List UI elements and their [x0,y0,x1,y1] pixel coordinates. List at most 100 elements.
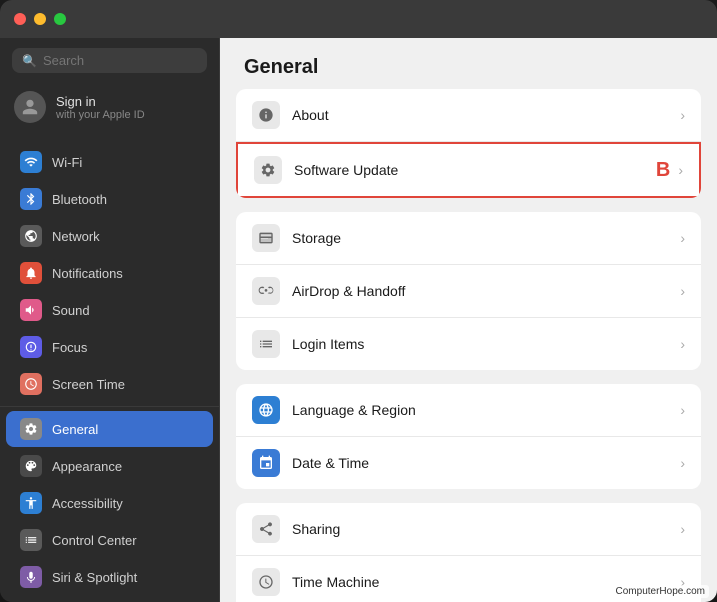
sidebar-item-appearance[interactable]: Appearance [6,448,213,484]
sidebar-item-label-screentime: Screen Time [52,377,125,392]
airdrop-chevron-icon: › [680,283,685,299]
language-chevron-icon: › [680,402,685,418]
sidebar-item-wrapper-general: GeneralA [0,411,219,447]
sidebar-item-bluetooth[interactable]: Bluetooth [6,181,213,217]
datetime-row-icon [252,449,280,477]
focus-icon [20,336,42,358]
sign-in-title: Sign in [56,94,145,109]
accessibility-icon [20,492,42,514]
controlcenter-icon [20,529,42,551]
appearance-icon [20,455,42,477]
settings-row-language[interactable]: Language & Region› [236,384,701,437]
sidebar-item-controlcenter[interactable]: Control Center [6,522,213,558]
settings-group-group3: Language & Region›Date & Time› [236,384,701,489]
storage-row-icon [252,224,280,252]
language-row-icon [252,396,280,424]
settings-row-sharing[interactable]: Sharing› [236,503,701,556]
sidebar-item-notifications[interactable]: Notifications [6,255,213,291]
storage-chevron-icon: › [680,230,685,246]
system-settings-window: 🔍 Sign in with your Apple ID Wi-Fi Blueto… [0,0,717,602]
sidebar-item-wrapper-siri: Siri & Spotlight [0,559,219,595]
sidebar-item-wrapper-bluetooth: Bluetooth [0,181,219,217]
sidebar-item-focus[interactable]: Focus [6,329,213,365]
sidebar-item-wrapper-privacy: Privacy & Security [0,596,219,602]
datetime-row-label: Date & Time [292,455,680,471]
sidebar-item-wrapper-controlcenter: Control Center [0,522,219,558]
settings-row-loginitems[interactable]: Login Items› [236,318,701,370]
settings-row-about[interactable]: About› [236,89,701,142]
sign-in-section[interactable]: Sign in with your Apple ID [0,83,219,135]
sidebar-item-sound[interactable]: Sound [6,292,213,328]
sidebar-item-screentime[interactable]: Screen Time [6,366,213,402]
main-header: General [220,38,717,89]
sign-in-text: Sign in with your Apple ID [56,94,145,121]
airdrop-row-icon [252,277,280,305]
loginitems-row-icon [252,330,280,358]
loginitems-chevron-icon: › [680,336,685,352]
avatar [14,91,46,123]
sidebar-item-label-general: General [52,422,98,437]
search-bar[interactable]: 🔍 [12,48,207,73]
sidebar: 🔍 Sign in with your Apple ID Wi-Fi Blueto… [0,38,220,602]
settings-row-softwareupdate[interactable]: Software UpdateB › [236,142,701,198]
sound-icon [20,299,42,321]
timemachine-row-icon [252,568,280,596]
settings-group-group1: About› Software UpdateB › [236,89,701,198]
sidebar-item-accessibility[interactable]: Accessibility [6,485,213,521]
maximize-button[interactable] [54,13,66,25]
wifi-icon [20,151,42,173]
datetime-chevron-icon: › [680,455,685,471]
sidebar-item-label-controlcenter: Control Center [52,533,137,548]
sidebar-item-wrapper-accessibility: Accessibility [0,485,219,521]
close-button[interactable] [14,13,26,25]
sidebar-item-label-network: Network [52,229,100,244]
sidebar-items-container: Wi-Fi Bluetooth Network Notifications Sound F… [0,143,219,602]
sidebar-item-label-accessibility: Accessibility [52,496,123,511]
airdrop-row-label: AirDrop & Handoff [292,283,680,299]
softwareupdate-row-icon [254,156,282,184]
settings-row-datetime[interactable]: Date & Time› [236,437,701,489]
sidebar-item-wifi[interactable]: Wi-Fi [6,144,213,180]
sidebar-item-label-notifications: Notifications [52,266,123,281]
sidebar-item-label-wifi: Wi-Fi [52,155,82,170]
softwareupdate-row-label: Software Update [294,162,656,178]
sidebar-item-wrapper-notifications: Notifications [0,255,219,291]
minimize-button[interactable] [34,13,46,25]
sharing-row-label: Sharing [292,521,680,537]
sidebar-item-wrapper-screentime: Screen Time [0,366,219,402]
sidebar-item-label-bluetooth: Bluetooth [52,192,107,207]
sidebar-divider-2 [0,406,219,407]
sidebar-item-siri[interactable]: Siri & Spotlight [6,559,213,595]
sidebar-item-wrapper-sound: Sound [0,292,219,328]
watermark: ComputerHope.com [612,585,709,598]
search-input[interactable] [43,53,197,68]
title-bar [0,0,717,38]
sidebar-item-general[interactable]: General [6,411,213,447]
notifications-icon [20,262,42,284]
about-row-icon [252,101,280,129]
sidebar-item-network[interactable]: Network [6,218,213,254]
sidebar-item-wrapper-focus: Focus [0,329,219,365]
about-row-label: About [292,107,680,123]
sidebar-item-label-sound: Sound [52,303,90,318]
sharing-row-icon [252,515,280,543]
search-icon: 🔍 [22,54,37,68]
sidebar-item-wrapper-appearance: Appearance [0,448,219,484]
language-row-label: Language & Region [292,402,680,418]
sidebar-item-label-siri: Siri & Spotlight [52,570,137,585]
sharing-chevron-icon: › [680,521,685,537]
sidebar-item-label-focus: Focus [52,340,87,355]
label-b-annotation: B [656,159,670,182]
settings-row-airdrop[interactable]: AirDrop & Handoff› [236,265,701,318]
sidebar-item-label-appearance: Appearance [52,459,122,474]
softwareupdate-chevron-icon: › [678,162,683,178]
sidebar-item-wrapper-network: Network [0,218,219,254]
screentime-icon [20,373,42,395]
general-icon [20,418,42,440]
bluetooth-icon [20,188,42,210]
storage-row-label: Storage [292,230,680,246]
settings-row-storage[interactable]: Storage› [236,212,701,265]
siri-icon [20,566,42,588]
sidebar-item-privacy[interactable]: Privacy & Security [6,596,213,602]
loginitems-row-label: Login Items [292,336,680,352]
